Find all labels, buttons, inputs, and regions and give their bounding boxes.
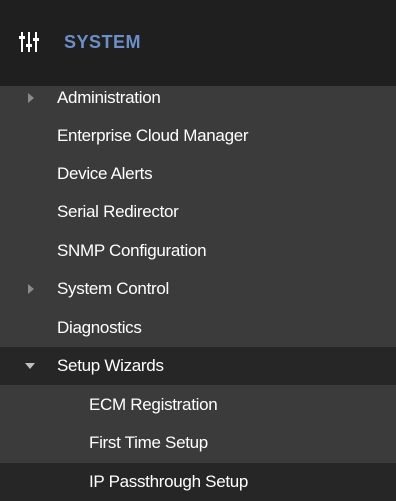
menu-item-label: Device Alerts — [57, 164, 153, 183]
menu-item-serial-redirector[interactable]: Serial Redirector — [0, 193, 396, 231]
menu-item-label: ECM Registration — [89, 395, 218, 414]
menu-item-label: System Control — [57, 279, 170, 298]
menu-item-label: Enterprise Cloud Manager — [57, 126, 249, 145]
menu-item-diagnostics[interactable]: Diagnostics — [0, 309, 396, 347]
menu-item-label: First Time Setup — [89, 433, 208, 452]
submenu-item-ip-passthrough-setup[interactable]: IP Passthrough Setup — [0, 463, 396, 501]
sidebar-header[interactable]: SYSTEM — [0, 0, 396, 86]
menu-item-label: Setup Wizards — [57, 356, 164, 375]
submenu-item-ecm-registration[interactable]: ECM Registration — [0, 386, 396, 424]
sliders-icon — [18, 30, 44, 54]
chevron-right-icon — [28, 93, 34, 103]
menu-item-label: IP Passthrough Setup — [89, 472, 249, 491]
menu-item-device-alerts[interactable]: Device Alerts — [0, 155, 396, 193]
system-sidebar: SYSTEM Administration Enterprise Cloud M… — [0, 0, 396, 501]
menu-item-label: Serial Redirector — [57, 202, 179, 221]
menu-item-snmp-configuration[interactable]: SNMP Configuration — [0, 232, 396, 270]
menu-item-label: SNMP Configuration — [57, 241, 207, 260]
sidebar-title: SYSTEM — [64, 32, 142, 52]
menu-item-administration[interactable]: Administration — [0, 79, 396, 117]
menu-item-label: Diagnostics — [57, 318, 142, 337]
menu-item-enterprise-cloud-manager[interactable]: Enterprise Cloud Manager — [0, 117, 396, 155]
menu-item-label: Administration — [57, 88, 161, 107]
menu-item-setup-wizards[interactable]: Setup Wizards — [0, 347, 396, 385]
chevron-down-icon — [25, 363, 35, 369]
menu-item-system-control[interactable]: System Control — [0, 270, 396, 308]
submenu-item-first-time-setup[interactable]: First Time Setup — [0, 424, 396, 462]
chevron-right-icon — [28, 284, 34, 294]
